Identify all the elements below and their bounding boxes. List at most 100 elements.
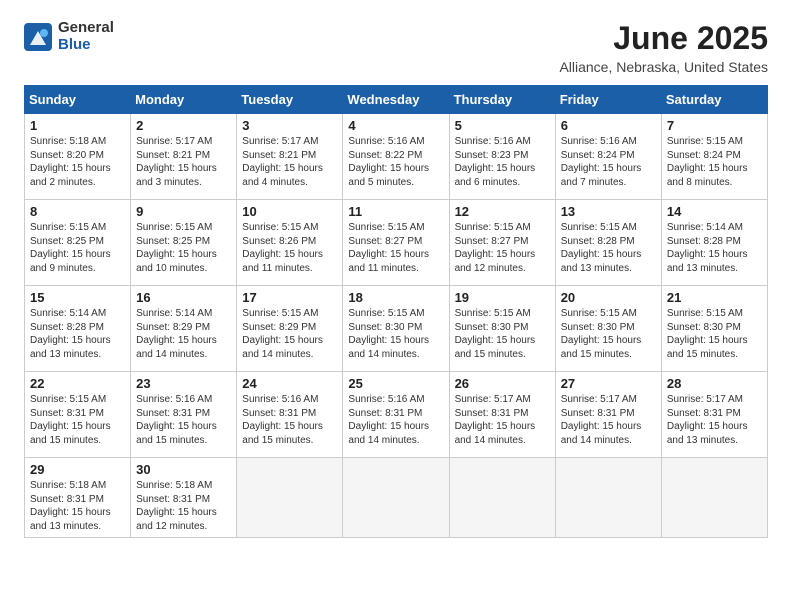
- table-row: 16 Sunrise: 5:14 AM Sunset: 8:29 PM Dayl…: [131, 286, 237, 372]
- sunrise-line: Sunrise: 5:17 AM: [455, 393, 550, 407]
- day-number: 4: [348, 118, 443, 133]
- logo-general: General: [58, 20, 114, 37]
- daylight-line: Daylight: 15 hours and 14 minutes.: [455, 420, 550, 447]
- daylight-line: Daylight: 15 hours and 12 minutes.: [136, 506, 231, 533]
- sunrise-line: Sunrise: 5:15 AM: [455, 307, 550, 321]
- table-row: [237, 458, 343, 538]
- table-row: 26 Sunrise: 5:17 AM Sunset: 8:31 PM Dayl…: [449, 372, 555, 458]
- daylight-line: Daylight: 15 hours and 11 minutes.: [348, 248, 443, 275]
- page: General Blue June 2025 Alliance, Nebrask…: [0, 0, 792, 612]
- table-row: 24 Sunrise: 5:16 AM Sunset: 8:31 PM Dayl…: [237, 372, 343, 458]
- sunrise-line: Sunrise: 5:15 AM: [455, 221, 550, 235]
- daylight-line: Daylight: 15 hours and 14 minutes.: [561, 420, 656, 447]
- day-number: 5: [455, 118, 550, 133]
- table-row: 2 Sunrise: 5:17 AM Sunset: 8:21 PM Dayli…: [131, 114, 237, 200]
- sunset-line: Sunset: 8:21 PM: [242, 149, 337, 163]
- daylight-line: Daylight: 15 hours and 4 minutes.: [242, 162, 337, 189]
- table-row: 9 Sunrise: 5:15 AM Sunset: 8:25 PM Dayli…: [131, 200, 237, 286]
- sunrise-line: Sunrise: 5:15 AM: [30, 221, 125, 235]
- sunrise-line: Sunrise: 5:14 AM: [30, 307, 125, 321]
- daylight-line: Daylight: 15 hours and 9 minutes.: [30, 248, 125, 275]
- calendar: Sunday Monday Tuesday Wednesday Thursday…: [24, 85, 768, 538]
- daylight-line: Daylight: 15 hours and 13 minutes.: [667, 248, 762, 275]
- day-number: 19: [455, 290, 550, 305]
- sunrise-line: Sunrise: 5:15 AM: [561, 221, 656, 235]
- sunrise-line: Sunrise: 5:17 AM: [667, 393, 762, 407]
- table-row: 4 Sunrise: 5:16 AM Sunset: 8:22 PM Dayli…: [343, 114, 449, 200]
- sunrise-line: Sunrise: 5:16 AM: [348, 135, 443, 149]
- sunset-line: Sunset: 8:30 PM: [667, 321, 762, 335]
- sunrise-line: Sunrise: 5:16 AM: [136, 393, 231, 407]
- daylight-line: Daylight: 15 hours and 15 minutes.: [136, 420, 231, 447]
- sunrise-line: Sunrise: 5:18 AM: [30, 135, 125, 149]
- col-wednesday: Wednesday: [343, 86, 449, 114]
- title-area: June 2025 Alliance, Nebraska, United Sta…: [559, 20, 768, 75]
- daylight-line: Daylight: 15 hours and 13 minutes.: [561, 248, 656, 275]
- sunset-line: Sunset: 8:27 PM: [348, 235, 443, 249]
- sunset-line: Sunset: 8:30 PM: [455, 321, 550, 335]
- daylight-line: Daylight: 15 hours and 7 minutes.: [561, 162, 656, 189]
- sunrise-line: Sunrise: 5:18 AM: [30, 479, 125, 493]
- sunset-line: Sunset: 8:28 PM: [561, 235, 656, 249]
- day-number: 2: [136, 118, 231, 133]
- day-number: 13: [561, 204, 656, 219]
- header: General Blue June 2025 Alliance, Nebrask…: [24, 20, 768, 75]
- table-row: 8 Sunrise: 5:15 AM Sunset: 8:25 PM Dayli…: [25, 200, 131, 286]
- table-row: 28 Sunrise: 5:17 AM Sunset: 8:31 PM Dayl…: [661, 372, 767, 458]
- sunrise-line: Sunrise: 5:18 AM: [136, 479, 231, 493]
- day-number: 21: [667, 290, 762, 305]
- table-row: 30 Sunrise: 5:18 AM Sunset: 8:31 PM Dayl…: [131, 458, 237, 538]
- day-number: 6: [561, 118, 656, 133]
- sunrise-line: Sunrise: 5:16 AM: [348, 393, 443, 407]
- sunset-line: Sunset: 8:23 PM: [455, 149, 550, 163]
- day-number: 10: [242, 204, 337, 219]
- table-row: 18 Sunrise: 5:15 AM Sunset: 8:30 PM Dayl…: [343, 286, 449, 372]
- day-number: 7: [667, 118, 762, 133]
- day-number: 1: [30, 118, 125, 133]
- day-number: 8: [30, 204, 125, 219]
- table-row: 5 Sunrise: 5:16 AM Sunset: 8:23 PM Dayli…: [449, 114, 555, 200]
- table-row: 23 Sunrise: 5:16 AM Sunset: 8:31 PM Dayl…: [131, 372, 237, 458]
- daylight-line: Daylight: 15 hours and 13 minutes.: [30, 506, 125, 533]
- col-thursday: Thursday: [449, 86, 555, 114]
- day-number: 23: [136, 376, 231, 391]
- day-number: 16: [136, 290, 231, 305]
- sunset-line: Sunset: 8:31 PM: [136, 493, 231, 507]
- sunset-line: Sunset: 8:31 PM: [667, 407, 762, 421]
- daylight-line: Daylight: 15 hours and 5 minutes.: [348, 162, 443, 189]
- sunrise-line: Sunrise: 5:15 AM: [242, 221, 337, 235]
- table-row: 14 Sunrise: 5:14 AM Sunset: 8:28 PM Dayl…: [661, 200, 767, 286]
- daylight-line: Daylight: 15 hours and 15 minutes.: [561, 334, 656, 361]
- logo-icon: [24, 23, 52, 51]
- sunrise-line: Sunrise: 5:16 AM: [242, 393, 337, 407]
- day-number: 20: [561, 290, 656, 305]
- daylight-line: Daylight: 15 hours and 14 minutes.: [242, 334, 337, 361]
- day-number: 14: [667, 204, 762, 219]
- day-number: 29: [30, 462, 125, 477]
- table-row: 29 Sunrise: 5:18 AM Sunset: 8:31 PM Dayl…: [25, 458, 131, 538]
- daylight-line: Daylight: 15 hours and 10 minutes.: [136, 248, 231, 275]
- sunset-line: Sunset: 8:25 PM: [136, 235, 231, 249]
- daylight-line: Daylight: 15 hours and 14 minutes.: [348, 334, 443, 361]
- sunrise-line: Sunrise: 5:17 AM: [136, 135, 231, 149]
- sunrise-line: Sunrise: 5:14 AM: [136, 307, 231, 321]
- day-number: 11: [348, 204, 443, 219]
- col-tuesday: Tuesday: [237, 86, 343, 114]
- table-row: 27 Sunrise: 5:17 AM Sunset: 8:31 PM Dayl…: [555, 372, 661, 458]
- daylight-line: Daylight: 15 hours and 6 minutes.: [455, 162, 550, 189]
- sunset-line: Sunset: 8:30 PM: [561, 321, 656, 335]
- daylight-line: Daylight: 15 hours and 15 minutes.: [455, 334, 550, 361]
- col-monday: Monday: [131, 86, 237, 114]
- sunset-line: Sunset: 8:22 PM: [348, 149, 443, 163]
- sunset-line: Sunset: 8:31 PM: [242, 407, 337, 421]
- sunset-line: Sunset: 8:24 PM: [561, 149, 656, 163]
- sunset-line: Sunset: 8:30 PM: [348, 321, 443, 335]
- daylight-line: Daylight: 15 hours and 14 minutes.: [348, 420, 443, 447]
- table-row: 17 Sunrise: 5:15 AM Sunset: 8:29 PM Dayl…: [237, 286, 343, 372]
- sunrise-line: Sunrise: 5:17 AM: [561, 393, 656, 407]
- daylight-line: Daylight: 15 hours and 15 minutes.: [30, 420, 125, 447]
- day-number: 30: [136, 462, 231, 477]
- sunset-line: Sunset: 8:28 PM: [667, 235, 762, 249]
- sunrise-line: Sunrise: 5:14 AM: [667, 221, 762, 235]
- daylight-line: Daylight: 15 hours and 13 minutes.: [30, 334, 125, 361]
